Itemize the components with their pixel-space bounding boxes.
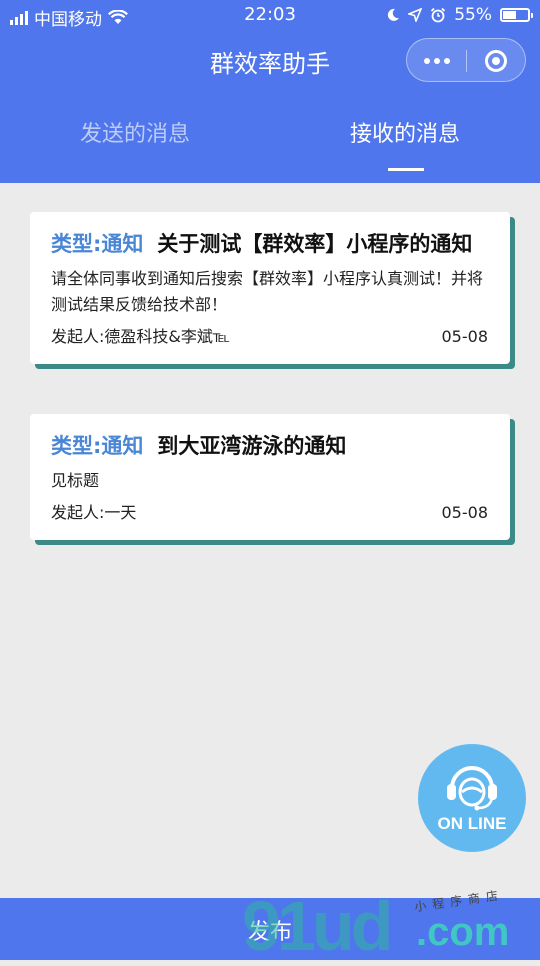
more-button[interactable]	[407, 39, 466, 83]
active-tab-indicator	[388, 168, 424, 171]
message-sender: 发起人:德盈科技&李斌℡	[51, 327, 231, 346]
target-circle-icon	[484, 50, 507, 72]
message-card[interactable]: 类型:通知 关于测试【群效率】小程序的通知 请全体同事收到通知后搜索【群效率】小程…	[30, 212, 510, 364]
message-footer: 发起人:德盈科技&李斌℡ 05-08	[51, 324, 488, 350]
message-tabs: 发送的消息 接收的消息	[0, 90, 540, 183]
more-dots-icon	[423, 58, 430, 64]
message-title-line: 类型:通知 关于测试【群效率】小程序的通知	[51, 228, 488, 260]
battery-icon	[500, 8, 533, 22]
status-right: 55%	[386, 5, 533, 25]
message-date: 05-08	[441, 327, 489, 346]
bottom-bar: 发布	[0, 898, 540, 960]
battery-percent: 55%	[454, 5, 492, 25]
online-support-button[interactable]: ON LINE	[418, 744, 526, 852]
close-miniprogram-button[interactable]	[466, 39, 525, 83]
message-body: 请全体同事收到通知后搜索【群效率】小程序认真测试！并将测试结果反馈给技术部！	[51, 269, 484, 314]
online-label: ON LINE	[437, 814, 507, 833]
message-type: 类型:通知	[51, 232, 144, 256]
message-date: 05-08	[441, 503, 489, 522]
location-icon	[408, 8, 423, 22]
message-sender: 发起人:一天	[51, 503, 137, 522]
tab-received-messages[interactable]: 接收的消息	[270, 116, 540, 148]
tab-sent-messages[interactable]: 发送的消息	[0, 116, 270, 148]
alarm-icon	[431, 7, 446, 23]
nav-bar: 群效率助手	[0, 30, 540, 90]
publish-button[interactable]: 发布	[0, 914, 540, 946]
miniprogram-capsule	[406, 38, 526, 82]
headset-support-icon	[447, 766, 497, 811]
message-title-line: 类型:通知 到大亚湾游泳的通知	[51, 430, 488, 462]
message-type: 类型:通知	[51, 434, 144, 458]
moon-icon	[388, 8, 400, 21]
message-footer: 发起人:一天 05-08	[51, 500, 488, 526]
message-card[interactable]: 类型:通知 到大亚湾游泳的通知 见标题 发起人:一天 05-08	[30, 414, 510, 540]
status-bar: 中国移动 22:03 55%	[0, 0, 540, 30]
message-body: 见标题	[51, 471, 100, 490]
message-title: 关于测试【群效率】小程序的通知	[157, 232, 473, 256]
message-title: 到大亚湾游泳的通知	[157, 434, 347, 458]
